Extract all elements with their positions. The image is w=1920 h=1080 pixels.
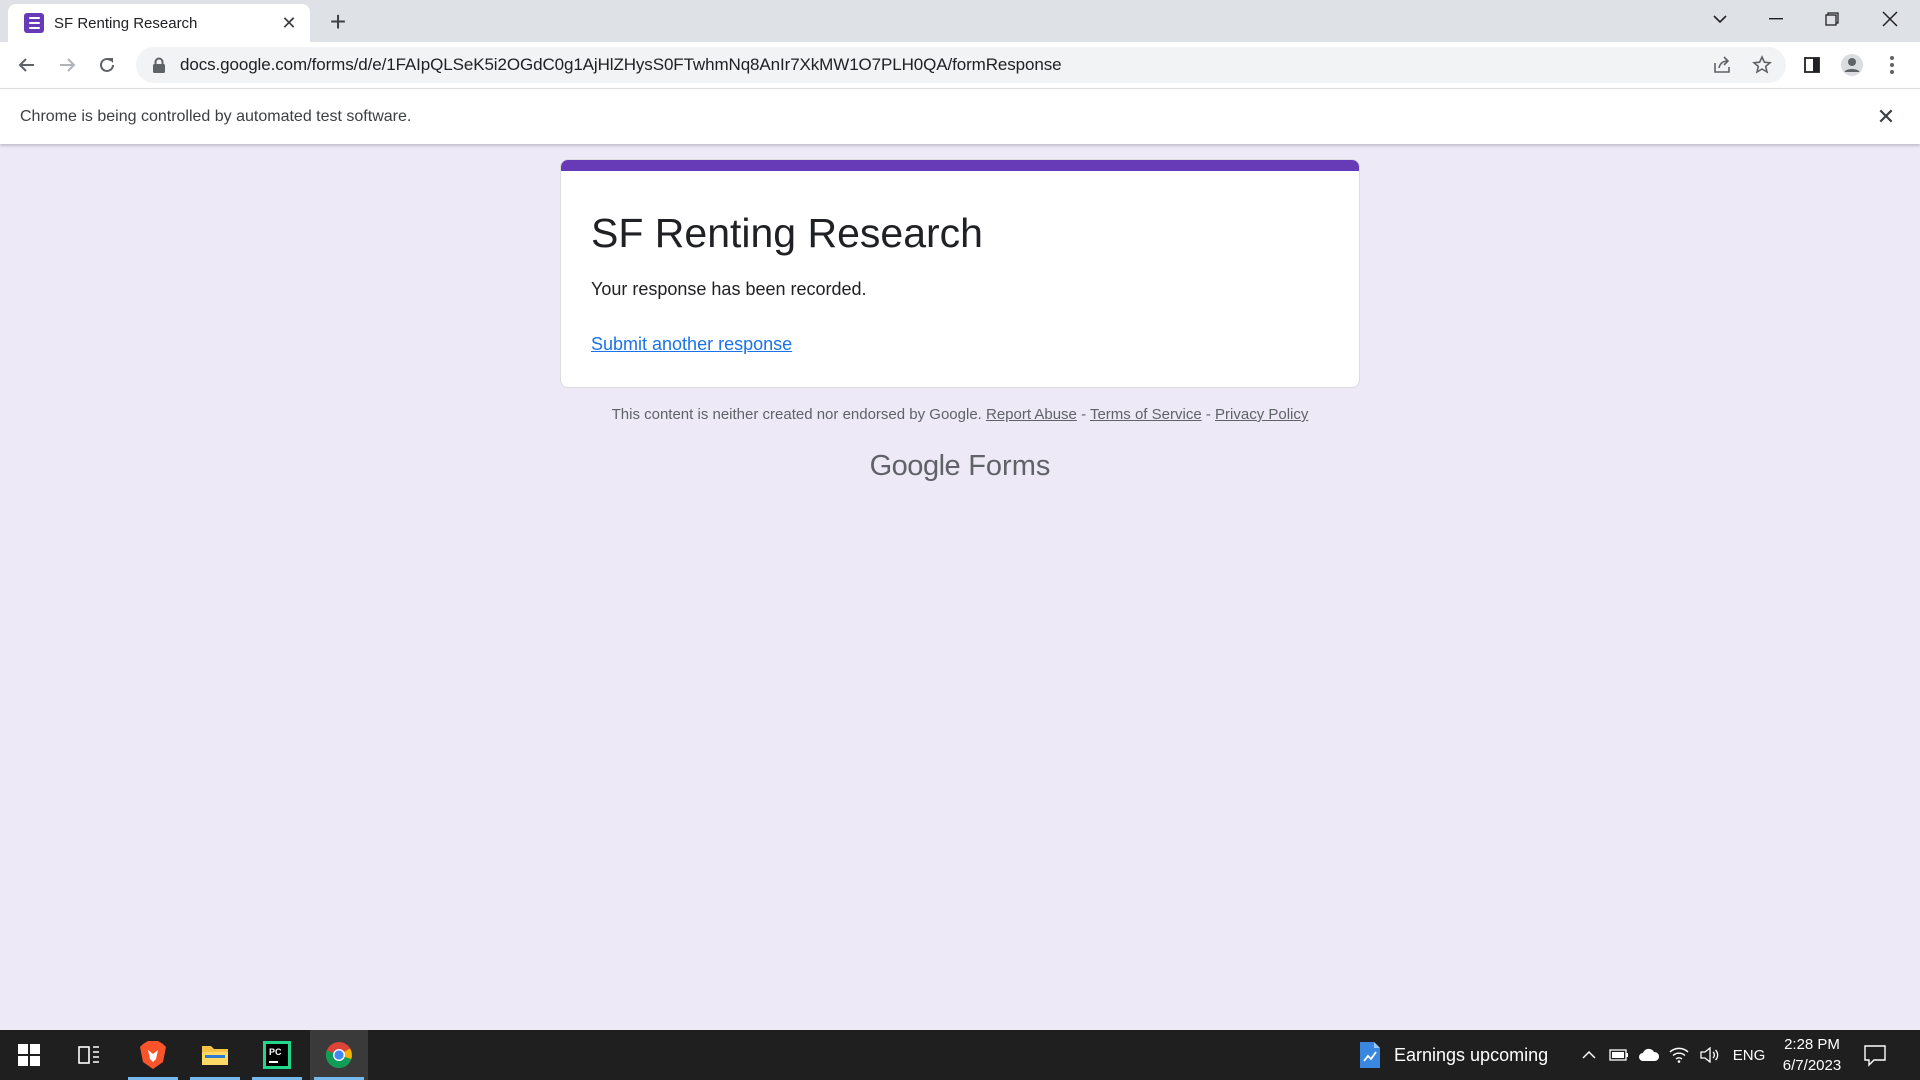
disclaimer-footer: This content is neither created nor endo… (0, 406, 1920, 423)
windows-taskbar: PC Earnings upcoming ENG 2:28 PM 6/7/202… (0, 1030, 1920, 1080)
tab-strip: SF Renting Research ✕ + (0, 0, 1920, 42)
back-button[interactable] (11, 49, 43, 81)
form-response-card: SF Renting Research Your response has be… (560, 159, 1360, 388)
clock-time: 2:28 PM (1784, 1036, 1840, 1053)
automation-infobar: Chrome is being controlled by automated … (0, 88, 1920, 144)
file-explorer-icon[interactable] (186, 1030, 244, 1080)
forms-wordmark: Forms (968, 450, 1051, 482)
share-icon[interactable] (1706, 49, 1738, 81)
privacy-policy-link[interactable]: Privacy Policy (1215, 406, 1308, 423)
new-tab-button[interactable]: + (322, 6, 354, 38)
minimize-button[interactable] (1748, 0, 1804, 38)
battery-icon[interactable] (1608, 1044, 1630, 1066)
tab-title: SF Renting Research (54, 14, 198, 32)
report-abuse-link[interactable]: Report Abuse (986, 406, 1077, 423)
chrome-menu-icon[interactable] (1876, 49, 1908, 81)
clock-date: 6/7/2023 (1782, 1057, 1842, 1074)
volume-icon[interactable] (1698, 1044, 1720, 1066)
google-wordmark: Google (869, 450, 961, 482)
stock-chart-icon (1360, 1042, 1380, 1068)
forward-button[interactable] (51, 49, 83, 81)
browser-tab[interactable]: SF Renting Research ✕ (8, 4, 310, 42)
wifi-icon[interactable] (1668, 1044, 1690, 1066)
restore-button[interactable] (1804, 0, 1860, 38)
url-text: docs.google.com/forms/d/e/1FAIpQLSeK5i2O… (180, 55, 1062, 74)
response-recorded-message: Your response has been recorded. (591, 279, 867, 299)
google-forms-favicon-icon (24, 13, 44, 33)
news-widget[interactable]: Earnings upcoming (1358, 1030, 1548, 1080)
show-hidden-icons-chevron-icon[interactable] (1578, 1044, 1600, 1066)
address-bar[interactable]: docs.google.com/forms/d/e/1FAIpQLSeK5i2O… (136, 47, 1786, 83)
windows-start-icon[interactable] (0, 1030, 58, 1080)
infobar-close-icon[interactable]: ✕ (1872, 103, 1900, 131)
side-panel-icon[interactable] (1796, 49, 1828, 81)
card-accent-bar (561, 160, 1359, 171)
disclaimer-text: This content is neither created nor endo… (611, 406, 982, 423)
action-center-icon[interactable] (1862, 1042, 1888, 1068)
browser-toolbar: docs.google.com/forms/d/e/1FAIpQLSeK5i2O… (0, 42, 1920, 88)
onedrive-cloud-icon[interactable] (1638, 1044, 1660, 1066)
pycharm-icon[interactable]: PC (248, 1030, 306, 1080)
google-forms-logo[interactable]: Google Forms (0, 450, 1920, 483)
submit-another-response-link[interactable]: Submit another response (591, 334, 792, 355)
tab-search-icon[interactable] (1692, 0, 1748, 38)
brave-browser-icon[interactable] (124, 1030, 182, 1080)
form-title: SF Renting Research (591, 210, 983, 256)
profile-avatar-icon[interactable] (1836, 49, 1868, 81)
bookmark-star-icon[interactable] (1746, 49, 1778, 81)
news-widget-text: Earnings upcoming (1394, 1044, 1549, 1065)
terms-of-service-link[interactable]: Terms of Service (1090, 406, 1202, 423)
reload-button[interactable] (91, 49, 123, 81)
tab-close-icon[interactable]: ✕ (278, 12, 300, 34)
infobar-message: Chrome is being controlled by automated … (20, 107, 412, 125)
footer-separator: - (1201, 406, 1216, 423)
lock-icon[interactable] (152, 57, 166, 73)
system-clock[interactable]: 2:28 PM 6/7/2023 (1770, 1034, 1854, 1076)
task-view-icon[interactable] (60, 1030, 118, 1080)
chrome-icon[interactable] (310, 1030, 368, 1080)
close-window-button[interactable] (1862, 0, 1918, 38)
footer-separator: - (1076, 406, 1090, 423)
svg-text:PC: PC (269, 1047, 282, 1057)
input-language[interactable]: ENG (1733, 1044, 1766, 1066)
